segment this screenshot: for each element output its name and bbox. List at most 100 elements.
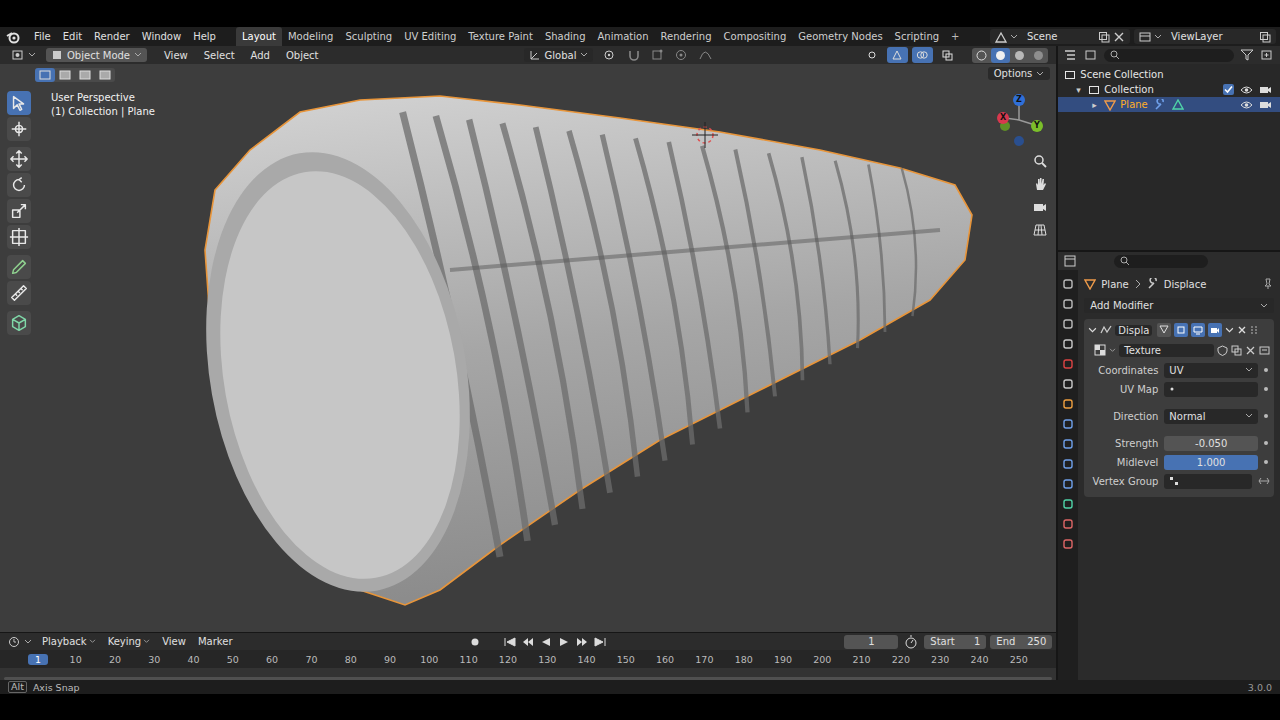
properties-tab[interactable] xyxy=(1062,298,1074,310)
render-camera-icon[interactable] xyxy=(1259,85,1272,95)
shading-button[interactable] xyxy=(991,48,1010,63)
falloff-icon[interactable] xyxy=(699,49,713,61)
tool-button[interactable] xyxy=(7,91,31,115)
invert-icon[interactable] xyxy=(1258,476,1270,486)
modifier-name-field[interactable]: Displa xyxy=(1115,325,1152,336)
prev-key-icon[interactable] xyxy=(521,636,535,648)
tool-button[interactable] xyxy=(7,147,31,171)
properties-tab[interactable] xyxy=(1062,538,1074,550)
gizmo-axis[interactable]: X xyxy=(997,112,1009,124)
render-camera-icon[interactable] xyxy=(1259,100,1272,110)
play-reverse-icon[interactable] xyxy=(539,636,553,648)
menu-item[interactable]: Help xyxy=(187,31,222,42)
properties-tab[interactable] xyxy=(1062,338,1074,350)
tool-button[interactable] xyxy=(7,281,31,305)
viewport-menu-item[interactable]: Select xyxy=(197,50,242,61)
workspace-tab[interactable]: Scripting xyxy=(889,27,945,46)
start-frame-field[interactable]: Start1 xyxy=(924,635,986,649)
copy-icon[interactable] xyxy=(1259,31,1271,43)
outliner-row[interactable]: Scene Collection xyxy=(1058,67,1280,82)
jump-start-icon[interactable] xyxy=(503,636,517,648)
workspace-tab[interactable]: Rendering xyxy=(654,27,717,46)
selection-mode-button[interactable] xyxy=(75,68,95,82)
property-field[interactable]: Normal xyxy=(1164,409,1258,424)
timeline-menu-item[interactable]: Playback xyxy=(36,636,102,647)
properties-tab[interactable] xyxy=(1062,378,1074,390)
display-mode-icon[interactable] xyxy=(1084,49,1098,61)
properties-tab[interactable] xyxy=(1062,398,1074,410)
properties-tab[interactable] xyxy=(1062,358,1074,370)
proportional-edit-icon[interactable] xyxy=(675,49,689,61)
property-field[interactable]: -0.050 xyxy=(1164,436,1258,451)
modifier-toggle[interactable] xyxy=(1174,323,1188,337)
texture-properties-icon[interactable] xyxy=(1259,345,1270,356)
selection-mode-button[interactable] xyxy=(95,68,115,82)
properties-editor-icon[interactable] xyxy=(1064,255,1078,267)
displaced-cylinder-mesh[interactable] xyxy=(0,64,1056,632)
tool-button[interactable] xyxy=(7,199,31,223)
duplicate-icon[interactable] xyxy=(1231,345,1242,356)
pin-icon[interactable] xyxy=(1262,278,1274,290)
modifier-toggle[interactable] xyxy=(1191,323,1205,337)
orientation-dropdown[interactable]: Global xyxy=(524,48,594,62)
camera-view-button[interactable] xyxy=(1030,198,1050,216)
fake-user-shield-icon[interactable] xyxy=(1217,345,1228,356)
workspace-tab[interactable]: UV Editing xyxy=(398,27,462,46)
scene-selector[interactable]: Scene xyxy=(990,29,1130,44)
workspace-tab[interactable]: Texture Paint xyxy=(462,27,539,46)
tool-button[interactable] xyxy=(7,225,31,249)
property-field[interactable] xyxy=(1164,382,1258,397)
stopwatch-icon[interactable] xyxy=(904,635,918,649)
end-frame-field[interactable]: End250 xyxy=(990,635,1052,649)
new-collection-icon[interactable] xyxy=(1260,49,1274,61)
keyframe-dot[interactable] xyxy=(1264,387,1268,391)
next-key-icon[interactable] xyxy=(575,636,589,648)
property-field[interactable]: UV xyxy=(1164,363,1258,378)
shading-button[interactable] xyxy=(1010,48,1029,63)
menu-item[interactable]: Render xyxy=(88,31,136,42)
outliner-editor-icon[interactable] xyxy=(1064,49,1078,61)
viewport-menu-item[interactable]: Object xyxy=(279,50,326,61)
menu-item[interactable]: Edit xyxy=(57,31,88,42)
texture-field[interactable]: Texture xyxy=(1119,344,1214,357)
play-icon[interactable] xyxy=(557,636,571,648)
tool-button[interactable] xyxy=(7,255,31,279)
drag-handle-icon[interactable] xyxy=(1250,325,1258,335)
current-frame-field[interactable]: 1 xyxy=(844,635,898,649)
timeline-menu-item[interactable]: View xyxy=(156,636,192,647)
tool-button[interactable] xyxy=(7,173,31,197)
eye-icon[interactable] xyxy=(1240,100,1253,110)
editor-type-button[interactable] xyxy=(4,636,36,648)
property-field[interactable]: 1.000 xyxy=(1164,455,1258,470)
gizmo-axis[interactable]: Y xyxy=(1031,120,1043,132)
viewport-toggle[interactable] xyxy=(862,47,883,63)
mode-dropdown[interactable]: Object Mode xyxy=(46,48,147,62)
add-modifier-button[interactable]: Add Modifier xyxy=(1084,298,1274,313)
pivot-icon[interactable] xyxy=(603,49,617,61)
editor-type-button[interactable] xyxy=(8,49,40,61)
modifier-toggle[interactable] xyxy=(1157,323,1171,337)
navigation-gizmo[interactable]: Z Y X xyxy=(1000,90,1046,150)
perspective-toggle-button[interactable] xyxy=(1030,221,1050,239)
snap-target-icon[interactable] xyxy=(651,49,665,61)
viewport-toggle[interactable] xyxy=(887,47,908,63)
unlink-icon[interactable] xyxy=(1245,345,1256,356)
properties-tab[interactable] xyxy=(1062,478,1074,490)
view-layer-selector[interactable]: ViewLayer xyxy=(1134,29,1276,44)
workspace-tab[interactable]: Modeling xyxy=(282,27,340,46)
modifier-menu-icon[interactable] xyxy=(1225,327,1234,334)
3d-viewport[interactable]: User Perspective(1) Collection | PlaneOp… xyxy=(0,64,1056,632)
copy-icon[interactable] xyxy=(1098,31,1110,43)
keyframe-dot[interactable] xyxy=(1264,368,1268,372)
timeline-menu-item[interactable]: Marker xyxy=(192,636,239,647)
keyframe-dot[interactable] xyxy=(1264,460,1268,464)
viewport-menu-item[interactable]: View xyxy=(157,50,195,61)
tool-button[interactable] xyxy=(7,117,31,141)
workspace-tab[interactable]: Shading xyxy=(539,27,592,46)
workspace-tab[interactable]: Compositing xyxy=(718,27,793,46)
tool-button[interactable] xyxy=(7,311,31,335)
gizmo-axis[interactable]: Z xyxy=(1013,94,1025,106)
outliner-row[interactable]: ▾Collection xyxy=(1058,82,1280,97)
expand-arrow[interactable]: ▾ xyxy=(1076,85,1084,95)
snap-icon[interactable] xyxy=(627,49,641,61)
